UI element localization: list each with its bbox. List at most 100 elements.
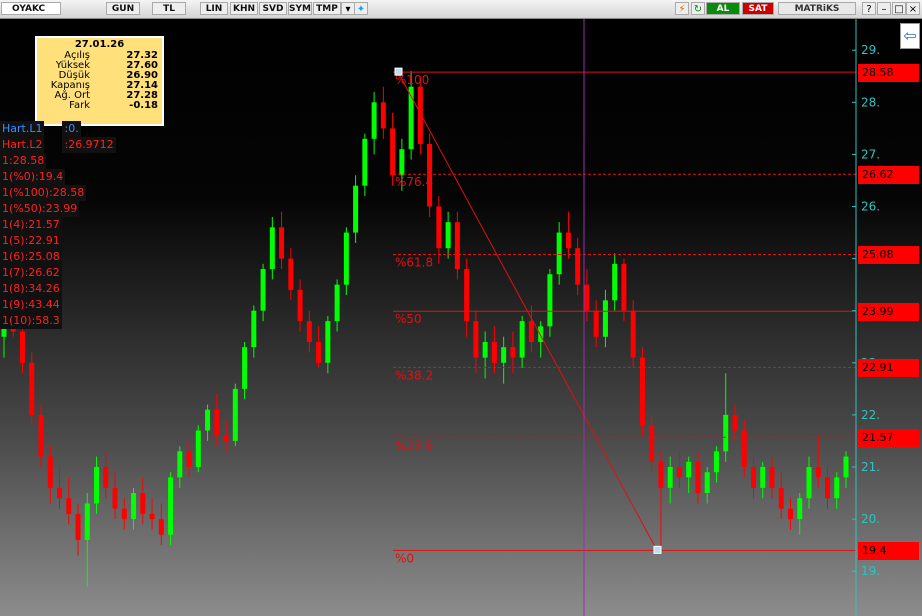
candle-body (593, 310, 599, 337)
sell-button[interactable]: SAT (742, 2, 774, 15)
candle-body (676, 466, 682, 478)
price-tick-label: 21. (861, 460, 880, 474)
price-tick-label: 22. (861, 408, 880, 422)
candle-body (482, 341, 488, 358)
dropdown-icon[interactable]: ▾ (341, 2, 355, 15)
candle-body (732, 414, 738, 431)
fib-price-box: 22.91 (858, 359, 919, 378)
fib-lines-layer: %100%76.4%61.8%50%38.2%23.6%0 (393, 19, 856, 616)
indicator-label: Hart.L2 (0, 137, 45, 153)
price-tick-label: 27. (861, 147, 880, 161)
candle-body (501, 347, 507, 363)
indicator-label: 1(5):22.91 (0, 233, 62, 249)
period-button-gun[interactable]: GUN (106, 2, 140, 15)
fib-price-box: 23.99 (858, 303, 919, 322)
twitter-icon[interactable]: ✦ (354, 2, 368, 15)
close-icon[interactable]: × (906, 2, 920, 15)
candle-body (723, 414, 729, 452)
indicator-item: 1(5):22.91 (0, 233, 116, 249)
candle-body (686, 461, 692, 478)
info-value: -0.18 (129, 100, 158, 111)
candle-body (399, 149, 405, 176)
candle-body (528, 321, 534, 342)
candle-body (94, 466, 100, 504)
indicator-label: 1(4):21.57 (0, 217, 62, 233)
candle-body (131, 493, 137, 520)
candle-body (713, 451, 719, 473)
candle-body (612, 263, 618, 301)
candle-body (168, 477, 174, 535)
fib-price-box: 19.4 (858, 542, 919, 561)
candle-body (75, 513, 81, 540)
candle-body (464, 269, 470, 322)
period-button-sym[interactable]: SYM (288, 2, 312, 15)
candle-body (630, 310, 636, 358)
candle-body (57, 487, 63, 499)
fib-level-label: %23.6 (395, 438, 433, 452)
candle-body (445, 222, 451, 249)
fib-level-label: %50 (395, 312, 422, 326)
candle-body (769, 466, 775, 488)
candle-body (297, 289, 303, 322)
candle-body (778, 487, 784, 509)
candle-body (750, 466, 756, 488)
indicator-label: 1(%100):28.58 (0, 185, 87, 201)
candle-body (417, 86, 423, 145)
candle-body (806, 466, 812, 499)
period-button-tl[interactable]: TL (152, 2, 186, 15)
candle-body (260, 269, 266, 311)
candle-body (269, 227, 275, 270)
period-button-tmp[interactable]: TMP (313, 2, 341, 15)
lightning-icon[interactable]: ⚡ (675, 2, 689, 15)
candle-body (362, 138, 368, 186)
price-tick-label: 28. (861, 95, 880, 109)
help-icon[interactable]: ? (862, 2, 876, 15)
candle-body (316, 341, 322, 363)
scroll-left-button[interactable]: ⇦ (900, 23, 920, 49)
candle-body (510, 347, 516, 358)
price-tick-label: 26. (861, 200, 880, 214)
indicator-label: 1(%0):19.4 (0, 169, 66, 185)
candle-body (47, 456, 53, 488)
fib-anchor-handle (653, 545, 662, 554)
candle-body (473, 321, 479, 358)
symbol-field[interactable]: OYAKC (1, 2, 61, 15)
period-button-lin[interactable]: LIN (200, 2, 228, 15)
candle-body (547, 274, 553, 327)
candle-body (205, 409, 211, 431)
candle-body (834, 477, 840, 499)
indicator-label: 1:28.58 (0, 153, 47, 169)
candle-body (251, 310, 257, 348)
indicator-item: 1(%0):19.4 (0, 169, 116, 185)
candles-layer (1, 71, 849, 587)
minimize-icon[interactable]: – (877, 2, 891, 15)
indicator-label: 1(%50):23.99 (0, 201, 80, 217)
indicator-item: Hart.L1:0. (0, 121, 116, 137)
fib-level-label: %38.2 (395, 368, 433, 382)
candle-body (279, 227, 285, 259)
candle-body (103, 466, 109, 488)
candle-body (38, 414, 44, 457)
candle-body (575, 248, 581, 285)
candle-body (149, 513, 155, 520)
candle-body (288, 258, 294, 290)
period-button-khn[interactable]: KHN (230, 2, 258, 15)
maximize-icon[interactable]: □ (892, 2, 906, 15)
indicator-item: 1(%100):28.58 (0, 185, 116, 201)
indicator-label: 1(9):43.44 (0, 297, 62, 313)
candle-body (223, 435, 229, 441)
candle-body (232, 388, 238, 441)
indicator-label: 1(10):58.3 (0, 313, 62, 329)
candle-body (760, 466, 766, 488)
toolbar: OYAKC GUN TL LIN KHN SVD SYM TMP ▾ ✦ ⚡ ↻… (0, 0, 922, 19)
buy-button[interactable]: AL (706, 2, 740, 15)
info-label: Fark (69, 100, 90, 111)
candle-body (584, 284, 590, 311)
candle-body (353, 185, 359, 233)
indicator-item: 1:28.58 (0, 153, 116, 169)
refresh-icon[interactable]: ↻ (691, 2, 705, 15)
fib-level-label: %76.4 (395, 175, 433, 189)
period-button-svd[interactable]: SVD (259, 2, 287, 15)
candle-body (787, 508, 793, 520)
candle-body (491, 341, 497, 363)
